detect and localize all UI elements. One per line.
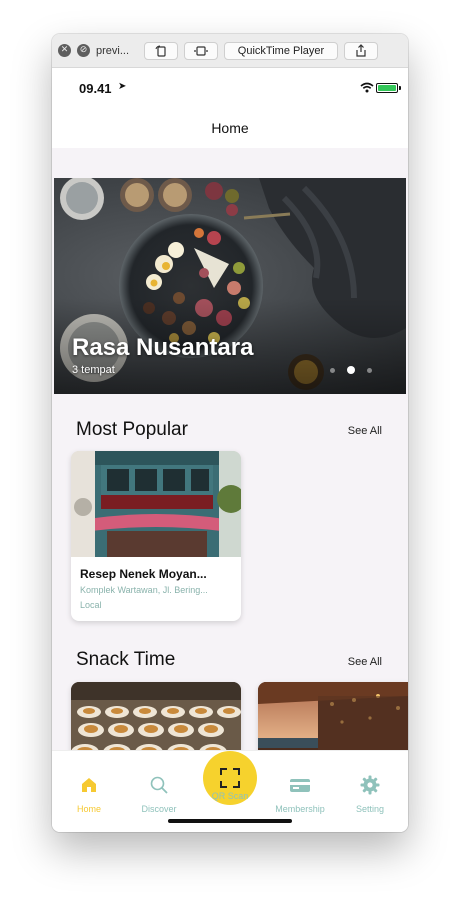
minimize-window-icon[interactable]: ⊘	[77, 44, 90, 57]
search-icon	[150, 776, 168, 794]
open-with-app-button[interactable]: QuickTime Player	[224, 41, 338, 60]
restaurant-photo	[71, 451, 241, 557]
share-button[interactable]	[344, 41, 378, 60]
see-all-most-popular[interactable]: See All	[348, 425, 382, 437]
battery-icon	[376, 83, 401, 93]
window-title: previ...	[96, 44, 130, 57]
tab-label-qr-scan[interactable]: QR Scan	[198, 791, 262, 801]
see-all-snack-time[interactable]: See All	[348, 656, 382, 668]
location-arrow-icon: ➤	[118, 81, 127, 92]
phone-screen: 09.41 ➤ Home Rasa Nusantara 3 tempat Mos…	[52, 68, 408, 832]
page-dot[interactable]	[330, 367, 335, 373]
share-icon	[356, 44, 366, 57]
window-titlebar: ✕ ⊘ previ... QuickTime Player	[52, 34, 408, 68]
page-indicator[interactable]	[330, 366, 372, 374]
gear-icon	[360, 775, 380, 795]
status-bar: 09.41 ➤	[52, 68, 408, 108]
nav-bar: Home	[52, 108, 408, 148]
banner-title: Rasa Nusantara	[72, 334, 254, 361]
rotate-button[interactable]	[144, 41, 178, 60]
card-address: Komplek Wartawan, Jl. Bering...	[80, 585, 208, 595]
simulator-window: ✕ ⊘ previ... QuickTime Player 09.41 ➤ Ho…	[52, 34, 408, 832]
tab-membership[interactable]: Membership	[268, 775, 332, 814]
membership-card-icon	[290, 779, 310, 792]
banner-subtitle: 3 tempat	[72, 364, 115, 376]
page-title: Home	[211, 120, 249, 136]
fit-screen-button[interactable]	[184, 41, 218, 60]
close-window-icon[interactable]: ✕	[58, 44, 71, 57]
rotate-icon	[155, 44, 166, 57]
section-title-snack-time: Snack Time	[76, 649, 176, 670]
status-time: 09.41	[79, 81, 112, 96]
tab-label: Discover	[141, 804, 177, 814]
page-dot-active[interactable]	[347, 366, 355, 374]
restaurant-card[interactable]: Resep Nenek Moyan... Komplek Wartawan, J…	[71, 451, 241, 621]
page-dot[interactable]	[367, 367, 372, 373]
tab-bar: Home Discover QR Scan Membership Setting	[52, 750, 408, 832]
wifi-icon	[360, 82, 374, 93]
card-title: Resep Nenek Moyan...	[80, 567, 207, 581]
card-category: Local	[80, 600, 102, 610]
resize-icon	[194, 45, 208, 56]
tab-label: Membership	[275, 804, 325, 814]
featured-banner[interactable]: Rasa Nusantara 3 tempat	[54, 178, 406, 394]
tab-discover[interactable]: Discover	[127, 775, 191, 814]
section-title-most-popular: Most Popular	[76, 419, 188, 440]
tab-home[interactable]: Home	[57, 775, 121, 814]
tab-setting[interactable]: Setting	[338, 775, 402, 814]
tab-label: Setting	[355, 804, 385, 814]
tab-label: Home	[76, 804, 101, 814]
home-icon	[82, 778, 96, 792]
home-indicator[interactable]	[168, 819, 292, 823]
qr-scan-icon	[220, 768, 240, 788]
